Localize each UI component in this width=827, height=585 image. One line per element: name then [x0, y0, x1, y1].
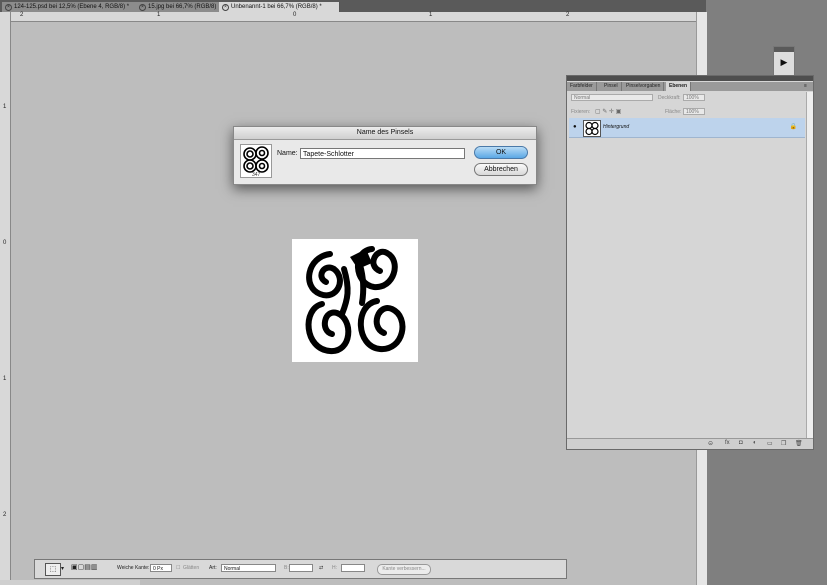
tool-preset-chevron-icon[interactable]: ▾ — [61, 565, 64, 572]
adjustment-layer-icon[interactable]: ◐ — [753, 440, 757, 446]
brush-thumbnail — [243, 146, 269, 173]
ruler-number: 2 — [566, 12, 570, 18]
ruler-number: 1 — [157, 12, 161, 18]
layer-name[interactable]: Hintergrund — [603, 124, 629, 130]
brush-size: 347 — [252, 172, 261, 178]
ruler-number: 1 — [3, 104, 7, 110]
panel-header[interactable] — [567, 76, 813, 81]
brush-name-input[interactable]: Tapete-Schlotter — [300, 148, 465, 159]
ruler-horizontal[interactable]: 2 1 0 1 2 — [10, 12, 696, 22]
layers-panel: Farbfelder Pinsel Pinselvorgaben Ebenen … — [566, 75, 814, 450]
swap-icon[interactable]: ⇄ — [319, 565, 323, 571]
layer-row[interactable]: ● Hintergrund 🔒 — [569, 118, 805, 138]
ruler-number: 0 — [3, 240, 7, 246]
panel-footer: ⊝ fx ◘ ◐ ▭ ❐ 🗑 — [567, 438, 813, 449]
tab-pinselvorgaben[interactable]: Pinselvorgaben — [623, 82, 665, 91]
mask-icon[interactable]: ◘ — [739, 440, 743, 446]
close-icon[interactable]: × — [222, 4, 229, 11]
canvas-artwork[interactable] — [292, 239, 418, 362]
smooth-label: Glätten — [183, 565, 200, 571]
selection-mode-icons[interactable]: ▣▢▤▥ — [71, 563, 97, 571]
feather-input[interactable]: 0 Px — [150, 564, 172, 572]
tab-label: Unbenannt-1 bei 66,7% (RGB/8) * — [231, 4, 322, 10]
panel-scrollbar[interactable] — [806, 92, 813, 438]
style-label: Art: — [209, 565, 217, 571]
collapsed-tool-panel[interactable]: ▶ — [773, 46, 795, 78]
panel-menu-icon[interactable]: ≡ — [801, 82, 810, 91]
dialog-title: Name des Pinsels — [234, 127, 536, 140]
lock-label: Fixieren: — [571, 109, 591, 115]
trash-icon[interactable]: 🗑 — [795, 440, 803, 447]
new-layer-icon[interactable]: ❐ — [781, 440, 786, 447]
name-label: Name: — [277, 150, 298, 157]
smooth-checkbox-icon[interactable]: ☐ — [176, 565, 180, 571]
fx-icon[interactable]: fx — [725, 440, 730, 446]
tab-label: 124-125.psd bei 12,5% (Ebene 4, RGB/8) * — [14, 4, 130, 10]
refine-edge-button[interactable]: Kante verbessern... — [377, 564, 431, 575]
lock-icons[interactable]: ▢ ✎ ✛ ▣ — [595, 108, 621, 115]
status-bar — [0, 580, 140, 585]
ok-button[interactable]: OK — [474, 146, 528, 159]
ruler-number: 1 — [3, 376, 7, 382]
tab-ebenen[interactable]: Ebenen — [666, 82, 692, 91]
ruler-vertical[interactable]: 1 0 1 2 — [0, 12, 11, 585]
close-icon[interactable]: × — [139, 4, 146, 11]
eye-icon[interactable]: ● — [573, 124, 577, 130]
blend-mode-select[interactable]: Normal — [571, 94, 653, 101]
play-actions-icon[interactable]: ▶ — [774, 52, 794, 72]
style-select[interactable]: Normal — [221, 564, 276, 572]
ruler-number: 0 — [293, 12, 297, 18]
close-icon[interactable]: × — [5, 4, 12, 11]
tab-label: 15.jpg bei 66,7% (RGB/8) — [148, 4, 217, 10]
tab-psd[interactable]: × 124-125.psd bei 12,5% (Ebene 4, RGB/8)… — [2, 2, 148, 12]
tab-jpg[interactable]: × 15.jpg bei 66,7% (RGB/8) — [136, 2, 231, 12]
cancel-button[interactable]: Abbrechen — [474, 163, 528, 176]
options-bar: ⬚ ▾ ▣▢▤▥ Weiche Kante: 0 Px ☐ Glätten Ar… — [34, 559, 567, 579]
feather-label: Weiche Kante: — [117, 565, 150, 571]
fill-label: Fläche: — [665, 109, 682, 115]
tab-farbfelder[interactable]: Farbfelder — [567, 82, 597, 91]
marquee-tool-icon[interactable]: ⬚ — [45, 563, 61, 576]
layer-thumbnail — [583, 120, 601, 137]
lock-icon: 🔒 — [789, 124, 797, 130]
height-input[interactable] — [341, 564, 365, 572]
swirl-artwork — [305, 246, 406, 354]
panel-tabs: Farbfelder Pinsel Pinselvorgaben Ebenen … — [567, 82, 813, 91]
width-input[interactable] — [289, 564, 313, 572]
group-icon[interactable]: ▭ — [767, 440, 773, 447]
document-tab-bar: × 124-125.psd bei 12,5% (Ebene 4, RGB/8)… — [0, 0, 706, 12]
tab-unbenannt[interactable]: × Unbenannt-1 bei 66,7% (RGB/8) * — [219, 2, 340, 12]
height-label: H: — [332, 565, 337, 571]
brush-name-dialog: Name des Pinsels 347 Name: Tapete-Schlot… — [233, 126, 537, 185]
ruler-number: 1 — [429, 12, 433, 18]
link-layers-icon[interactable]: ⊝ — [708, 440, 713, 447]
ruler-number: 2 — [20, 12, 24, 18]
layer-thumbnail-art — [585, 121, 599, 136]
opacity-input[interactable]: 100% — [683, 94, 705, 101]
fill-input[interactable]: 100% — [683, 108, 705, 115]
opacity-label: Deckkraft: — [658, 95, 681, 101]
ruler-number: 2 — [3, 512, 7, 518]
tab-pinsel[interactable]: Pinsel — [601, 82, 622, 91]
